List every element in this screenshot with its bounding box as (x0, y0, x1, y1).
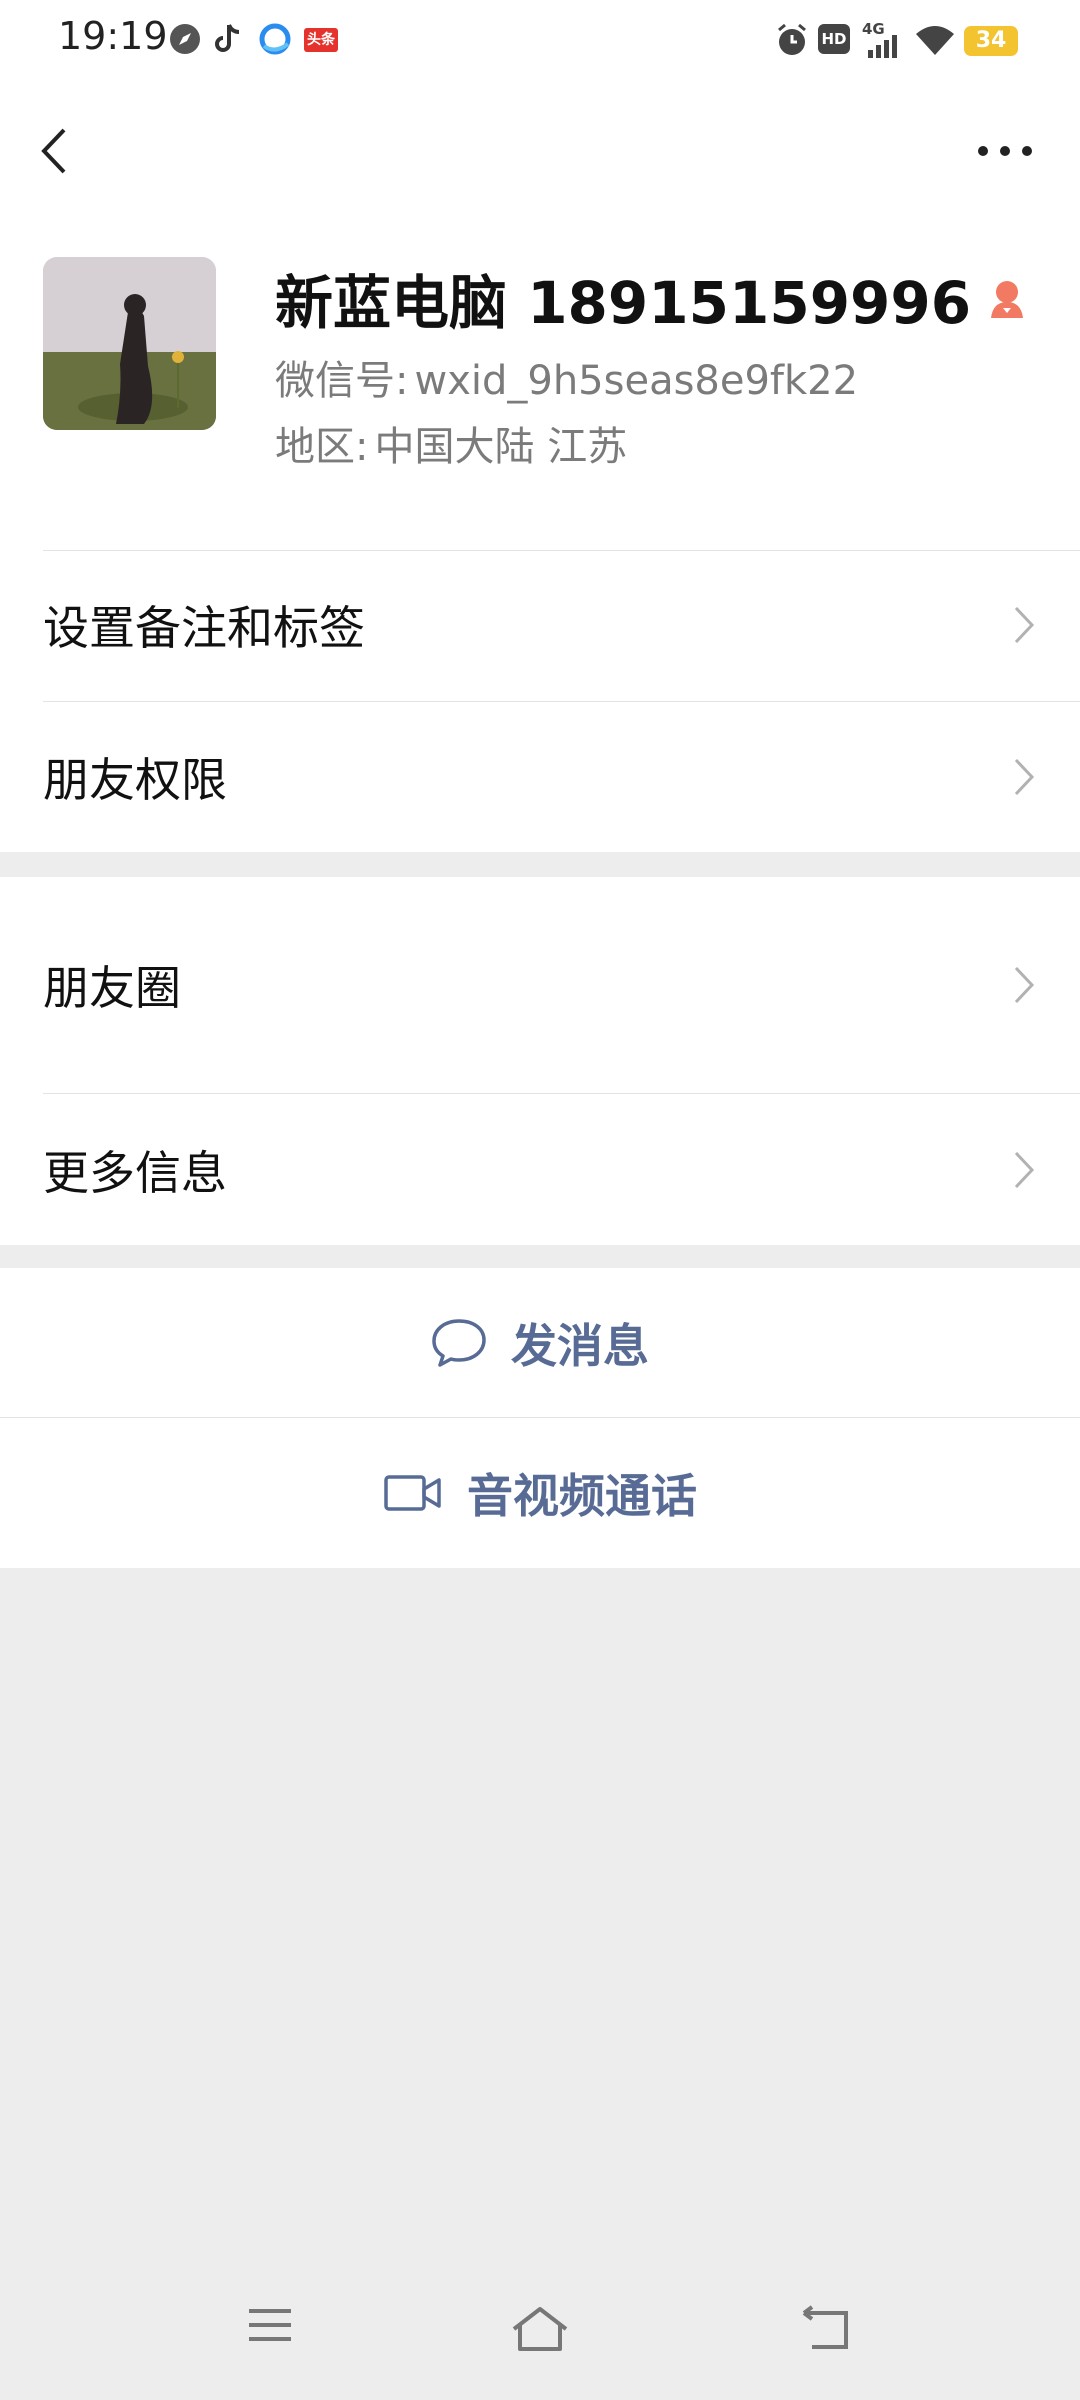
battery-icon: 34 (964, 26, 1018, 56)
avatar-image (43, 257, 216, 430)
contact-name: 新蓝电脑 18915159996 (275, 269, 972, 337)
chevron-right-icon (1014, 1151, 1035, 1188)
tiktok-icon (215, 24, 240, 52)
back-icon[interactable] (800, 2305, 852, 2353)
browser-icon (259, 23, 291, 55)
status-bar: 19:19 头条 HD 4G 34 (0, 0, 1080, 80)
remark-tags-label: 设置备注和标签 (43, 601, 365, 655)
send-message-label: 发消息 (511, 1319, 649, 1373)
name-row: 新蓝电脑 18915159996 (275, 258, 1029, 338)
wechat-id-value: wxid_9h5seas8e9fk22 (414, 358, 859, 404)
nav-bar (0, 80, 1080, 220)
alarm-icon (778, 23, 806, 55)
video-call-label: 音视频通话 (467, 1469, 697, 1523)
chevron-right-icon (1014, 758, 1035, 796)
avatar[interactable] (43, 257, 216, 430)
chevron-right-icon (1014, 606, 1035, 644)
status-time: 19:19 (58, 14, 168, 58)
more-horizontal-icon[interactable] (970, 116, 1040, 186)
compass-icon (170, 24, 200, 54)
wifi-icon (916, 26, 954, 55)
female-icon (991, 281, 1024, 318)
chat-bubble-icon (432, 1319, 486, 1367)
signal-4g-icon: 4G (860, 20, 906, 60)
remark-tags-row[interactable]: 设置备注和标签 (0, 550, 1080, 700)
more-info-row[interactable]: 更多信息 (0, 1094, 1080, 1245)
moments-label: 朋友圈 (43, 961, 181, 1015)
wechat-id: 微信号: wxid_9h5seas8e9fk22 (275, 348, 858, 406)
network-type: 4G (862, 20, 885, 38)
toutiao-icon: 头条 (304, 28, 338, 52)
menu-icon[interactable] (245, 2305, 295, 2345)
hd-icon: HD (818, 24, 850, 54)
moments-row[interactable]: 朋友圈 (0, 877, 1080, 1093)
chevron-left-icon[interactable] (30, 116, 90, 186)
video-camera-icon (384, 1475, 441, 1511)
friend-permissions-label: 朋友权限 (43, 753, 227, 807)
info-group: 朋友圈 更多信息 (0, 877, 1080, 1245)
settings-group: 设置备注和标签 朋友权限 (0, 550, 1080, 852)
home-icon[interactable] (510, 2305, 570, 2353)
profile-card: 新蓝电脑 18915159996 微信号: wxid_9h5seas8e9fk22… (0, 220, 1080, 550)
region-value: 中国大陆 江苏 (374, 424, 628, 470)
send-message-button[interactable]: 发消息 (0, 1268, 1080, 1418)
video-call-button[interactable]: 音视频通话 (0, 1418, 1080, 1568)
chevron-right-icon (1014, 966, 1035, 1004)
more-info-label: 更多信息 (43, 1145, 227, 1200)
region: 地区: 中国大陆 江苏 (275, 414, 627, 472)
wechat-id-label: 微信号: (275, 358, 409, 404)
region-label: 地区: (275, 424, 369, 470)
friend-permissions-row[interactable]: 朋友权限 (0, 702, 1080, 852)
